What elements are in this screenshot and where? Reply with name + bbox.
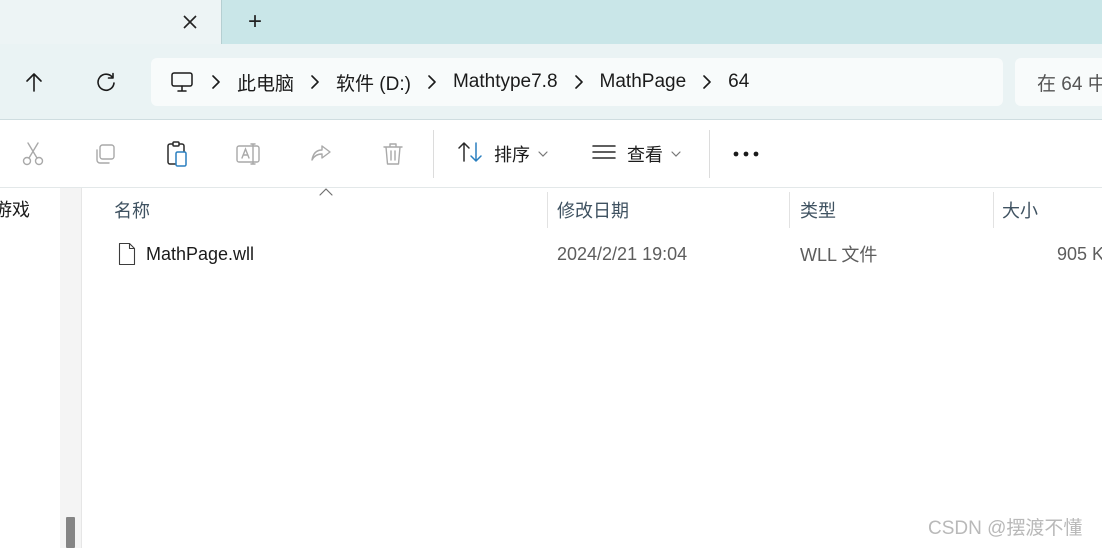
sort-label: 排序 (494, 145, 530, 165)
breadcrumb-this-pc[interactable]: 此电脑 (237, 69, 294, 96)
command-bar: 排序 查看 (0, 120, 1102, 188)
search-placeholder: 在 64 中搜索 (1037, 73, 1102, 95)
chevron-right-icon[interactable] (697, 75, 717, 89)
watermark: CSDN @摆渡不懂 (928, 518, 1083, 539)
view-button[interactable]: 查看 (591, 138, 681, 170)
nav-scrollbar-thumb[interactable] (66, 517, 75, 548)
cut-icon[interactable] (19, 140, 47, 168)
chevron-down-icon (538, 150, 548, 158)
chevron-right-icon[interactable] (206, 75, 226, 89)
file-row[interactable]: MathPage.wll 2024/2/21 19:04 WLL 文件 905 … (102, 234, 1102, 274)
column-header-type[interactable]: 类型 (800, 188, 836, 232)
computer-icon[interactable] (169, 69, 195, 95)
column-divider[interactable] (547, 192, 548, 228)
nav-scrollbar[interactable] (60, 188, 82, 548)
column-header-size[interactable]: 大小 (1002, 188, 1038, 232)
chevron-right-icon[interactable] (305, 75, 325, 89)
column-header-name[interactable]: 名称 (114, 188, 150, 232)
file-type: WLL 文件 (800, 245, 878, 265)
close-icon[interactable] (174, 6, 206, 38)
search-input[interactable]: 在 64 中搜索 (1015, 58, 1102, 106)
command-separator (709, 130, 710, 178)
arrow-up-icon[interactable] (16, 64, 52, 100)
breadcrumb-mathpage[interactable]: MathPage (600, 71, 687, 93)
navigation-bar: 此电脑 软件 (D:) Mathtype7.8 MathPage 64 在 64… (0, 44, 1102, 120)
view-label: 查看 (627, 145, 663, 165)
file-modified: 2024/2/21 19:04 (557, 243, 688, 264)
command-separator (433, 130, 434, 178)
share-icon[interactable] (307, 140, 335, 168)
copy-icon[interactable] (91, 140, 119, 168)
column-divider[interactable] (993, 192, 994, 228)
paste-icon[interactable] (163, 140, 191, 168)
sort-button[interactable]: 排序 (456, 138, 548, 170)
file-list: 名称 修改日期 类型 大小 MathPage.wll 2024/2/21 19:… (86, 188, 1102, 548)
more-icon[interactable] (732, 140, 760, 168)
refresh-icon[interactable] (88, 64, 124, 100)
breadcrumb-mathtype[interactable]: Mathtype7.8 (453, 71, 558, 93)
tab-current[interactable] (0, 0, 222, 44)
chevron-right-icon[interactable] (422, 75, 442, 89)
file-name[interactable]: MathPage.wll (146, 234, 254, 274)
file-icon (118, 234, 136, 274)
column-divider[interactable] (789, 192, 790, 228)
breadcrumb-64[interactable]: 64 (728, 71, 749, 93)
sort-icon (456, 140, 484, 169)
breadcrumb-drive-d[interactable]: 软件 (D:) (336, 69, 411, 96)
column-header-modified[interactable]: 修改日期 (557, 188, 629, 232)
sort-ascending-icon (318, 186, 334, 198)
new-tab-button[interactable]: + (238, 6, 272, 38)
view-list-icon (591, 142, 617, 167)
delete-icon[interactable] (379, 140, 407, 168)
chevron-right-icon[interactable] (569, 75, 589, 89)
new-tab-label: + (247, 8, 262, 35)
nav-item-games[interactable]: 游戏 (0, 196, 30, 222)
address-bar[interactable]: 此电脑 软件 (D:) Mathtype7.8 MathPage 64 (151, 58, 1003, 106)
tab-strip: + (0, 0, 1102, 44)
chevron-down-icon (671, 150, 681, 158)
rename-icon[interactable] (235, 140, 263, 168)
file-size: 905 KB (1057, 243, 1102, 264)
